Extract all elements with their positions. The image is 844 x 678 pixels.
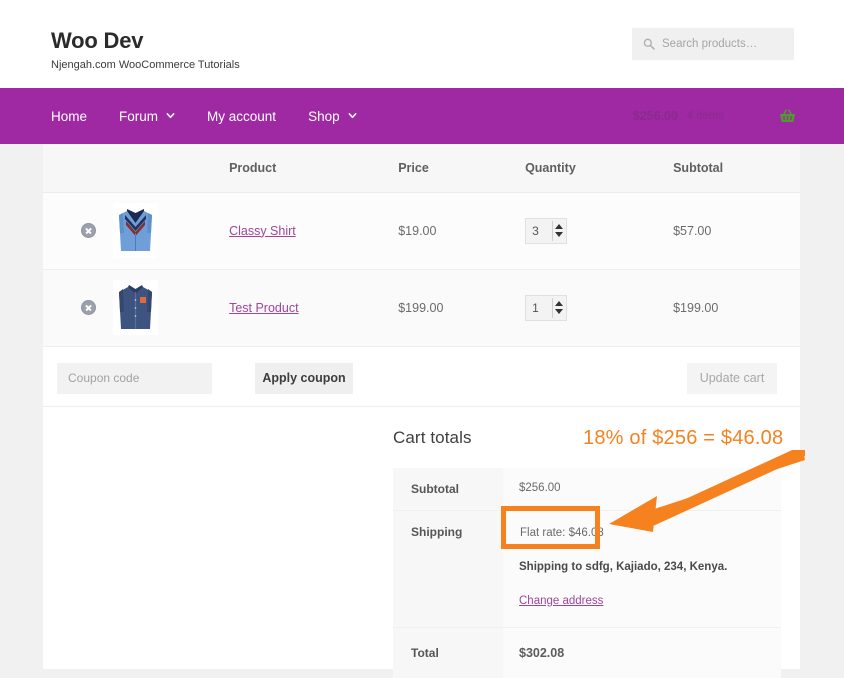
coupon-code-input[interactable] (57, 363, 212, 394)
search-icon (643, 38, 655, 50)
quantity-value: 1 (532, 301, 539, 315)
cart-table-body: Classy Shirt $19.00 3 $57.00 (43, 192, 800, 346)
quantity-spinner[interactable] (552, 298, 563, 318)
primary-navigation-bar: Home Forum My account Shop $256.00 4 ite… (0, 88, 844, 144)
nav-item-home[interactable]: Home (51, 109, 101, 124)
product-name-link[interactable]: Test Product (229, 301, 298, 315)
cart-item-count: 4 items (687, 110, 724, 122)
shop-cart-table: Product Price Quantity Subtotal (43, 144, 800, 347)
spinner-up-icon[interactable] (555, 301, 563, 306)
cart-page-container: Product Price Quantity Subtotal (43, 144, 800, 669)
product-search-box[interactable] (632, 28, 794, 60)
product-thumbnail-icon[interactable] (113, 203, 158, 258)
column-header-quantity: Quantity (525, 144, 673, 192)
table-row: Classy Shirt $19.00 3 $57.00 (43, 192, 800, 269)
site-tagline: Njengah.com WooCommerce Tutorials (51, 58, 240, 72)
quantity-stepper[interactable]: 1 (525, 295, 567, 321)
apply-coupon-button[interactable]: Apply coupon (255, 363, 353, 394)
column-header-remove (43, 144, 113, 192)
chevron-down-icon (348, 111, 357, 120)
search-input[interactable] (662, 38, 782, 50)
cell-product-name: Classy Shirt (229, 192, 398, 269)
table-row: Test Product $199.00 1 $199.00 (43, 269, 800, 346)
cart-basket-button[interactable] (779, 88, 796, 144)
site-title[interactable]: Woo Dev (51, 28, 240, 54)
cell-price: $19.00 (398, 192, 525, 269)
nav-menu: Home Forum My account Shop (51, 88, 371, 144)
change-address-link[interactable]: Change address (519, 595, 603, 607)
cell-quantity: 3 (525, 192, 673, 269)
shipping-destination-text: Shipping to sdfg, Kajiado, 234, Kenya. (519, 561, 781, 573)
quantity-stepper[interactable]: 3 (525, 218, 567, 244)
shipping-cell: Flat rate: $46.08 Shipping to sdfg, Kaji… (503, 511, 781, 628)
product-name-link[interactable]: Classy Shirt (229, 224, 296, 238)
nav-item-label: Shop (308, 109, 340, 124)
nav-item-label: Forum (119, 109, 158, 124)
update-cart-button[interactable]: Update cart (687, 363, 777, 394)
cell-subtotal: $199.00 (673, 269, 800, 346)
column-header-thumbnail (113, 144, 229, 192)
site-header: Woo Dev Njengah.com WooCommerce Tutorial… (0, 0, 844, 88)
cell-subtotal: $57.00 (673, 192, 800, 269)
cart-header-row: Product Price Quantity Subtotal (43, 144, 800, 192)
quantity-spinner[interactable] (552, 221, 563, 241)
cart-total-amount: $256.00 (633, 109, 678, 123)
cart-actions-row: Apply coupon Update cart (43, 347, 800, 407)
totals-row-shipping: Shipping Flat rate: $46.08 Shipping to s… (393, 511, 781, 628)
spinner-down-icon[interactable] (555, 309, 563, 314)
quantity-value: 3 (532, 224, 539, 238)
cell-price: $199.00 (398, 269, 525, 346)
product-thumbnail-icon[interactable] (113, 280, 158, 335)
cart-totals-section: Cart totals Subtotal $256.00 Shipping Fl… (393, 428, 783, 678)
cell-remove (43, 192, 113, 269)
totals-row-subtotal: Subtotal $256.00 (393, 468, 781, 511)
nav-item-label: My account (207, 109, 276, 124)
cell-remove (43, 269, 113, 346)
subtotal-label: Subtotal (393, 468, 503, 511)
cell-thumbnail (113, 192, 229, 269)
annotation-calculation-text: 18% of $256 = $46.08 (583, 427, 783, 450)
column-header-product: Product (229, 144, 398, 192)
cart-totals-table: Subtotal $256.00 Shipping Flat rate: $46… (393, 468, 781, 678)
nav-item-shop[interactable]: Shop (308, 109, 371, 124)
cell-product-name: Test Product (229, 269, 398, 346)
column-header-price: Price (398, 144, 525, 192)
nav-item-my-account[interactable]: My account (207, 109, 290, 124)
totals-row-total: Total $302.08 (393, 628, 781, 678)
column-header-subtotal: Subtotal (673, 144, 800, 192)
total-value: $302.08 (503, 628, 781, 678)
remove-item-button[interactable] (81, 300, 96, 315)
nav-item-label: Home (51, 109, 87, 124)
cell-thumbnail (113, 269, 229, 346)
cart-table-head: Product Price Quantity Subtotal (43, 144, 800, 192)
chevron-down-icon (166, 111, 175, 120)
spinner-up-icon[interactable] (555, 224, 563, 229)
subtotal-value: $256.00 (503, 468, 781, 511)
site-branding: Woo Dev Njengah.com WooCommerce Tutorial… (51, 28, 240, 72)
spinner-down-icon[interactable] (555, 232, 563, 237)
remove-item-button[interactable] (81, 223, 96, 238)
nav-item-forum[interactable]: Forum (119, 109, 189, 124)
shipping-flat-rate-value: Flat rate: $46.08 (519, 525, 605, 541)
cell-quantity: 1 (525, 269, 673, 346)
total-label: Total (393, 628, 503, 678)
nav-cart-summary[interactable]: $256.00 4 items (633, 88, 724, 144)
shipping-label: Shipping (393, 511, 503, 628)
shopping-basket-icon (779, 109, 796, 124)
